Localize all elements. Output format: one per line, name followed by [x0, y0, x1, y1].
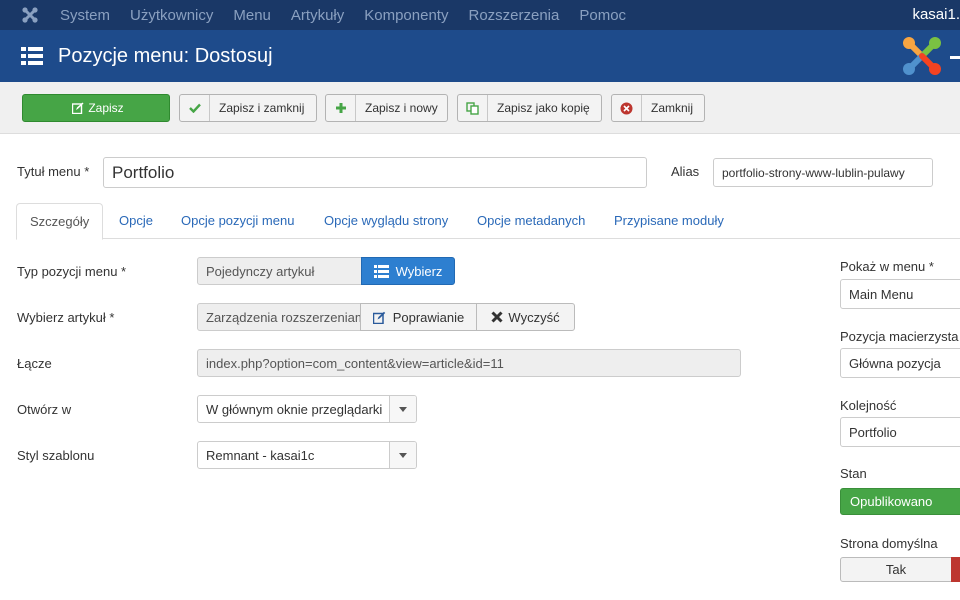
save-close-button[interactable]: Zapisz i zamknij	[179, 94, 317, 122]
save-new-button[interactable]: Zapisz i nowy	[325, 94, 448, 122]
nav-item-help[interactable]: Pomoc	[579, 7, 626, 24]
clear-article-label: Wyczyść	[508, 309, 560, 325]
caret-down-icon	[389, 442, 416, 468]
list-icon	[21, 47, 43, 65]
save-copy-label: Zapisz jako kopię	[497, 101, 590, 115]
template-style-value: Remnant - kasai1c	[206, 447, 315, 463]
nav-item-articles[interactable]: Artykuły	[291, 7, 344, 24]
title-label: Tytuł menu *	[17, 164, 90, 179]
list-icon	[373, 264, 389, 278]
nav-item-menu[interactable]: Menu	[233, 7, 271, 24]
tab-options[interactable]: Opcje	[106, 203, 166, 239]
edit-article-label: Poprawianie	[392, 309, 465, 325]
menu-type-field: Pojedynczy artykuł	[197, 257, 362, 285]
ordering-label: Kolejność	[840, 398, 897, 413]
nav-item-system[interactable]: System	[60, 7, 110, 24]
link-label: Łącze	[17, 356, 52, 371]
open-in-label: Otwórz w	[17, 402, 72, 417]
joomla-icon[interactable]	[0, 0, 60, 30]
joomla-brand-icon	[903, 37, 941, 75]
save-close-label: Zapisz i zamknij	[219, 101, 305, 115]
close-label: Zamknij	[651, 101, 694, 115]
article-label: Wybierz artykuł *	[17, 310, 115, 325]
save-copy-button[interactable]: Zapisz jako kopię	[457, 94, 602, 122]
default-no-button[interactable]	[951, 557, 960, 582]
brand-wordmark-fragment	[950, 56, 960, 59]
default-page-label: Strona domyślna	[840, 536, 938, 551]
template-style-label: Styl szablonu	[17, 448, 95, 463]
tab-page-display[interactable]: Opcje wyglądu strony	[311, 203, 461, 239]
tab-assigned-modules[interactable]: Przypisane moduły	[601, 203, 737, 239]
toolbar: Zapisz Zapisz i zamknij Zapisz i nowy Za…	[0, 82, 960, 134]
tab-metadata[interactable]: Opcje metadanych	[464, 203, 598, 239]
save-label: Zapisz	[88, 101, 124, 115]
save-new-label: Zapisz i nowy	[365, 101, 438, 115]
open-in-select[interactable]: W głównym oknie przeglądarki	[197, 395, 417, 423]
close-circle-icon	[612, 95, 642, 121]
open-in-value: W głównym oknie przeglądarki	[206, 401, 383, 417]
show-in-menu-label: Pokaż w menu *	[840, 259, 934, 274]
select-type-button[interactable]: Wybierz	[361, 257, 455, 285]
x-icon	[491, 311, 503, 323]
edit-article-button[interactable]: Poprawianie	[360, 303, 477, 331]
nav-item-extensions[interactable]: Rozszerzenia	[468, 7, 559, 24]
parent-item-label: Pozycja macierzysta	[840, 329, 959, 344]
tab-bar: Szczegóły Opcje Opcje pozycji menu Opcje…	[16, 203, 960, 240]
caret-down-icon	[389, 396, 416, 422]
status-select[interactable]: Opublikowano	[840, 488, 960, 515]
clear-article-button[interactable]: Wyczyść	[476, 303, 575, 331]
edit-icon	[372, 311, 385, 324]
nav-item-users[interactable]: Użytkownicy	[130, 7, 213, 24]
title-input[interactable]: Portfolio	[103, 157, 647, 188]
template-style-select[interactable]: Remnant - kasai1c	[197, 441, 417, 469]
copy-icon	[458, 95, 488, 121]
alias-label: Alias	[671, 164, 700, 179]
alias-input[interactable]: portfolio-strony-www-lublin-pulawy	[713, 158, 933, 187]
ordering-select[interactable]: Portfolio	[840, 417, 960, 447]
close-button[interactable]: Zamknij	[611, 94, 705, 122]
edit-icon	[68, 95, 88, 121]
save-button[interactable]: Zapisz	[22, 94, 170, 122]
nav-item-components[interactable]: Komponenty	[364, 7, 448, 24]
select-type-label: Wybierz	[395, 263, 443, 279]
show-in-menu-select[interactable]: Main Menu	[840, 279, 960, 309]
check-icon	[180, 95, 210, 121]
page-title: Pozycje menu: Dostosuj	[58, 44, 273, 67]
plus-icon	[326, 95, 356, 121]
parent-item-select[interactable]: Główna pozycja	[840, 348, 960, 378]
title-bar: Pozycje menu: Dostosuj	[0, 30, 960, 82]
article-field: Zarządzenia rozszerzeniami	[197, 303, 361, 331]
user-menu[interactable]: kasai1.	[912, 0, 960, 30]
default-yes-button[interactable]: Tak	[840, 557, 952, 582]
status-label: Stan	[840, 466, 867, 481]
top-navbar: System Użytkownicy Menu Artykuły Kompone…	[0, 0, 960, 30]
tab-menu-item-options[interactable]: Opcje pozycji menu	[168, 203, 307, 239]
tab-details[interactable]: Szczegóły	[16, 203, 104, 240]
link-field: index.php?option=com_content&view=articl…	[197, 349, 741, 377]
menu-type-label: Typ pozycji menu *	[17, 264, 127, 279]
